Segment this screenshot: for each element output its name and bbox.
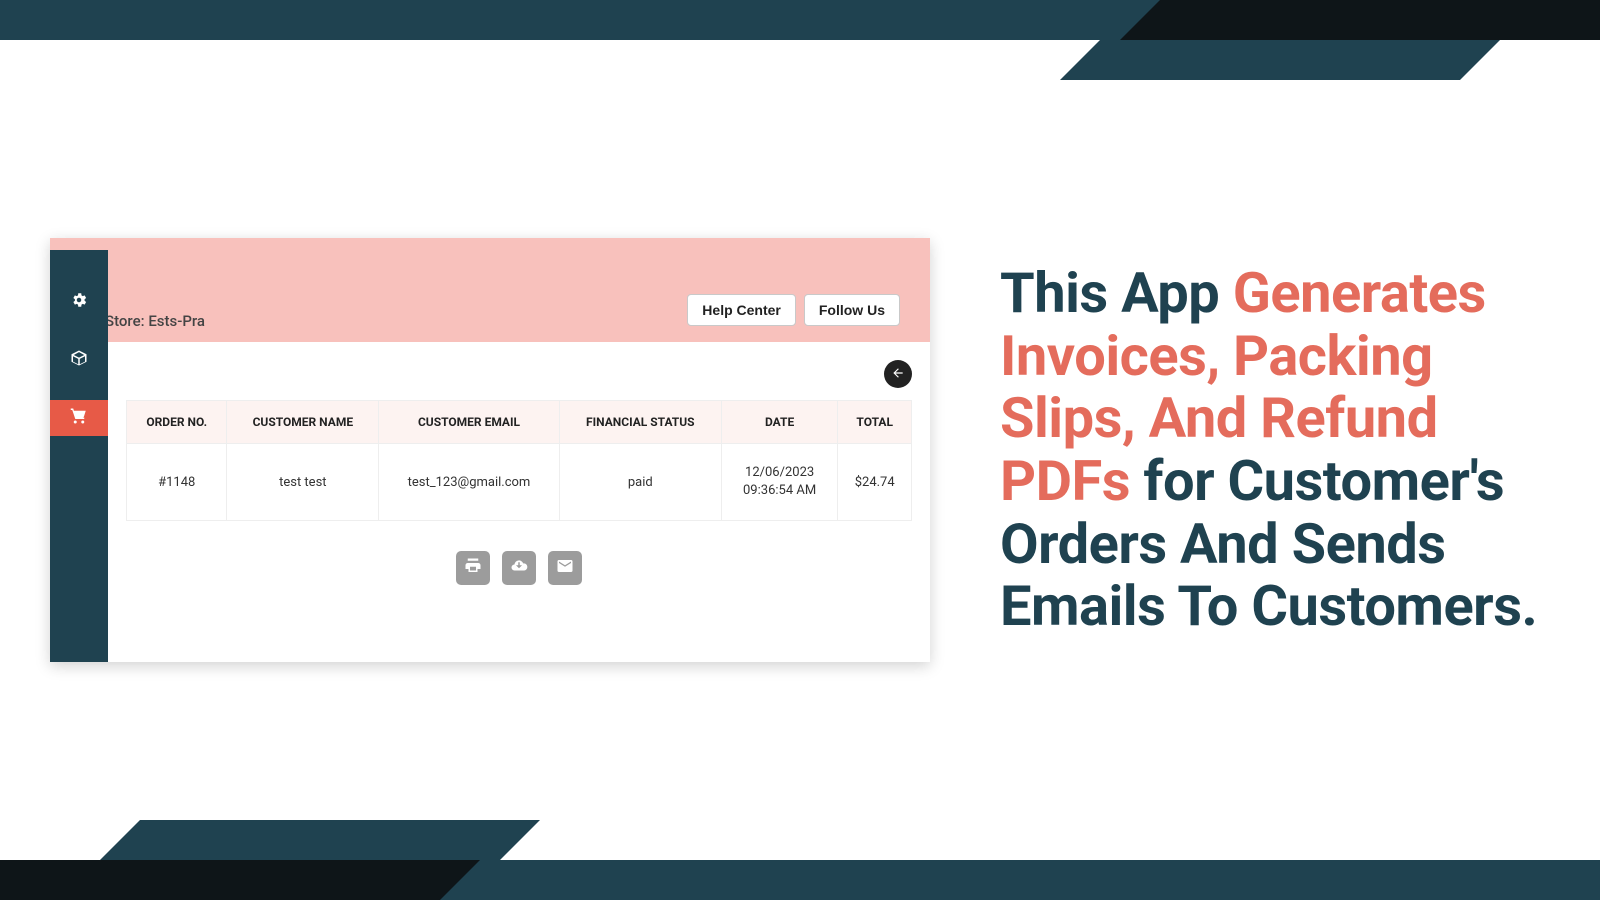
headline-part1: This App: [1000, 260, 1233, 326]
cell-date-line1: 12/06/2023: [730, 464, 830, 482]
action-row: [126, 521, 912, 585]
arrow-left-icon: [891, 365, 905, 384]
store-prefix: Store:: [105, 312, 145, 330]
top-black-tab: [1120, 0, 1600, 40]
cell-customer-name: test test: [227, 444, 379, 521]
printer-icon: [464, 557, 482, 579]
app-body: ORDER NO. CUSTOMER NAME CUSTOMER EMAIL F…: [50, 342, 930, 662]
cell-date: 12/06/2023 09:36:54 AM: [721, 444, 838, 521]
app-card: Store: Ests-Pra Help Center Follow Us: [50, 238, 930, 662]
box-icon: [70, 349, 88, 371]
mail-icon: [556, 557, 574, 579]
print-button[interactable]: [456, 551, 490, 585]
col-order-no: ORDER NO.: [127, 401, 227, 444]
table-header-row: ORDER NO. CUSTOMER NAME CUSTOMER EMAIL F…: [127, 401, 912, 444]
cell-date-line2: 09:36:54 AM: [730, 482, 830, 500]
email-button[interactable]: [548, 551, 582, 585]
follow-us-button[interactable]: Follow Us: [804, 294, 900, 326]
sidebar-item-templates[interactable]: [50, 342, 108, 378]
download-button[interactable]: [502, 551, 536, 585]
cell-total: $24.74: [838, 444, 912, 521]
back-row: [126, 360, 912, 388]
bottom-black-tab: [0, 860, 480, 900]
sidebar-item-orders[interactable]: [50, 400, 108, 436]
orders-table: ORDER NO. CUSTOMER NAME CUSTOMER EMAIL F…: [126, 400, 912, 521]
col-customer-name: CUSTOMER NAME: [227, 401, 379, 444]
cart-icon: [70, 407, 88, 429]
sidebar-item-settings[interactable]: [50, 284, 108, 320]
cloud-download-icon: [510, 557, 528, 579]
cell-customer-email: test_123@gmail.com: [379, 444, 560, 521]
back-button[interactable]: [884, 360, 912, 388]
col-date: DATE: [721, 401, 838, 444]
col-financial-status: FINANCIAL STATUS: [559, 401, 721, 444]
header-buttons: Help Center Follow Us: [687, 294, 900, 326]
col-customer-email: CUSTOMER EMAIL: [379, 401, 560, 444]
app-header: Store: Ests-Pra Help Center Follow Us: [50, 238, 930, 342]
table-row[interactable]: #1148 test test test_123@gmail.com paid …: [127, 444, 912, 521]
cell-order-no: #1148: [127, 444, 227, 521]
store-name: Ests-Pra: [148, 312, 205, 330]
gear-icon: [70, 291, 88, 313]
store-label: Store: Ests-Pra: [105, 312, 205, 330]
marketing-headline: This App Generates Invoices, Packing Sli…: [1000, 262, 1550, 638]
help-center-button[interactable]: Help Center: [687, 294, 796, 326]
sidebar: [50, 250, 108, 662]
col-total: TOTAL: [838, 401, 912, 444]
cell-financial-status: paid: [559, 444, 721, 521]
content-wrap: Store: Ests-Pra Help Center Follow Us: [0, 40, 1600, 860]
main-panel: ORDER NO. CUSTOMER NAME CUSTOMER EMAIL F…: [108, 342, 930, 662]
